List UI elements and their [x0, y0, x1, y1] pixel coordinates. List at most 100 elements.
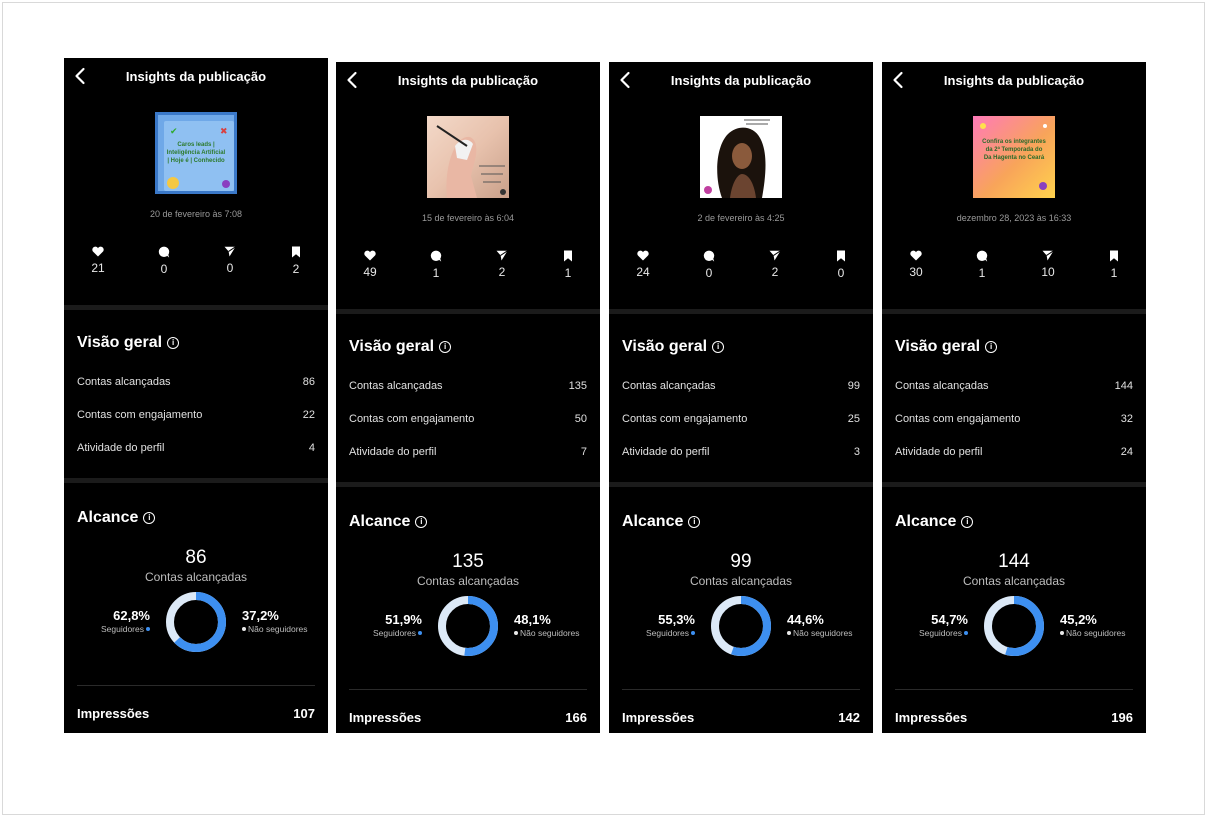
- info-icon[interactable]: i: [961, 516, 974, 528]
- stat-likes: 21: [78, 246, 118, 275]
- reach-title: Alcance i: [622, 513, 701, 531]
- post-thumbnail-text: Caros leads | Inteligência Artificial | …: [166, 142, 226, 164]
- reach-title: Alcance i: [895, 513, 974, 531]
- section-divider: [882, 309, 1146, 314]
- bookmark-icon: [276, 246, 316, 258]
- post-thumbnail-text: Confira os integrantes da 2ª Temporada d…: [982, 139, 1046, 161]
- stat-likes: 24: [623, 250, 663, 279]
- page-title: Insights da publicação: [670, 73, 812, 88]
- stat-comments: 0: [689, 250, 729, 280]
- engaged-accounts-row[interactable]: Contas com engajamento 25: [622, 413, 860, 425]
- header: Insights da publicação: [64, 58, 328, 94]
- info-icon[interactable]: i: [415, 516, 428, 528]
- divider-line: [349, 689, 587, 690]
- profile-activity-value: 24: [1120, 446, 1133, 458]
- bookmark-icon: [1094, 250, 1134, 262]
- post-date: 20 de fevereiro às 7:08: [149, 209, 243, 219]
- reached-accounts-row[interactable]: Contas alcançadas 86: [77, 376, 315, 388]
- section-divider: [336, 482, 600, 487]
- reach-donut-chart: [982, 594, 1046, 658]
- reached-accounts-row[interactable]: Contas alcançadas 144: [895, 380, 1133, 392]
- share-icon: [210, 246, 250, 257]
- post-thumbnail[interactable]: Confira os integrantes da 2ª Temporada d…: [973, 116, 1055, 198]
- impressions-row[interactable]: Impressões 142: [622, 710, 860, 725]
- profile-activity-value: 3: [853, 446, 860, 458]
- comment-icon: [416, 250, 456, 262]
- overview-title: Visão geral i: [895, 338, 998, 356]
- stat-comments: 1: [416, 250, 456, 280]
- stat-shares-value: 2: [498, 265, 506, 279]
- reached-accounts-label: Contas alcançadas: [895, 380, 989, 392]
- profile-activity-row[interactable]: Atividade do perfil 7: [349, 446, 587, 458]
- overview-title-text: Visão geral: [895, 338, 981, 355]
- impressions-row[interactable]: Impressões 196: [895, 710, 1133, 725]
- followers-share: 51,9% Seguidores: [373, 612, 422, 638]
- page-title: Insights da publicação: [397, 73, 539, 88]
- info-icon[interactable]: i: [439, 341, 452, 353]
- reach-title-text: Alcance: [622, 513, 684, 530]
- overview-title-text: Visão geral: [77, 334, 163, 351]
- info-icon[interactable]: i: [167, 337, 180, 349]
- profile-activity-value: 7: [580, 446, 587, 458]
- post-thumbnail[interactable]: [427, 116, 509, 198]
- stat-likes: 49: [350, 250, 390, 279]
- stat-comments-value: 0: [705, 266, 713, 280]
- followers-share: 62,8% Seguidores: [101, 608, 150, 634]
- info-icon[interactable]: i: [712, 341, 725, 353]
- stat-shares: 2: [755, 250, 795, 279]
- nonfollowers-label: Não seguidores: [520, 628, 580, 638]
- reach-title: Alcance i: [349, 513, 428, 531]
- stat-comments-value: 1: [432, 266, 440, 280]
- bookmark-icon: [821, 250, 861, 262]
- followers-label: Seguidores: [918, 628, 962, 638]
- stat-comments: 1: [962, 250, 1002, 280]
- nonfollowers-percent: 45,2%: [1060, 612, 1097, 627]
- engaged-accounts-row[interactable]: Contas com engajamento 32: [895, 413, 1133, 425]
- profile-activity-row[interactable]: Atividade do perfil 24: [895, 446, 1133, 458]
- impressions-row[interactable]: Impressões 107: [77, 706, 315, 721]
- nonfollowers-dot-icon: [787, 631, 791, 635]
- followers-label: Seguidores: [645, 628, 689, 638]
- reached-accounts-row[interactable]: Contas alcançadas 135: [349, 380, 587, 392]
- info-icon[interactable]: i: [985, 341, 998, 353]
- nonfollowers-dot-icon: [514, 631, 518, 635]
- insights-screen-3: Insights da publicação 2 de fevereiro às …: [609, 62, 873, 733]
- stat-saves-value: 1: [1110, 266, 1118, 280]
- section-divider: [609, 482, 873, 487]
- section-divider: [336, 309, 600, 314]
- impressions-row[interactable]: Impressões 166: [349, 710, 587, 725]
- post-thumbnail[interactable]: ✔ ✖ Caros leads | Inteligência Artificial …: [155, 112, 237, 194]
- overview-title-text: Visão geral: [622, 338, 708, 355]
- heart-icon: [78, 246, 118, 257]
- engaged-accounts-label: Contas com engajamento: [349, 413, 475, 425]
- share-icon: [482, 250, 522, 261]
- overview-title: Visão geral i: [77, 334, 180, 352]
- profile-activity-row[interactable]: Atividade do perfil 4: [77, 442, 315, 454]
- info-icon[interactable]: i: [143, 512, 156, 524]
- header: Insights da publicação: [882, 62, 1146, 98]
- info-icon[interactable]: i: [688, 516, 701, 528]
- heart-icon: [623, 250, 663, 261]
- engaged-accounts-value: 32: [1120, 413, 1133, 425]
- engaged-accounts-row[interactable]: Contas com engajamento 50: [349, 413, 587, 425]
- engagement-stats: 24 0 2 0: [609, 250, 873, 284]
- nonfollowers-label: Não seguidores: [248, 624, 308, 634]
- reach-title: Alcance i: [77, 509, 156, 527]
- reach-title-text: Alcance: [895, 513, 957, 530]
- reached-accounts-row[interactable]: Contas alcançadas 99: [622, 380, 860, 392]
- impressions-label: Impressões: [349, 710, 422, 725]
- reached-accounts-label: Contas alcançadas: [622, 380, 716, 392]
- nonfollowers-percent: 37,2%: [242, 608, 279, 623]
- profile-activity-row[interactable]: Atividade do perfil 3: [622, 446, 860, 458]
- profile-activity-label: Atividade do perfil: [77, 442, 165, 454]
- impressions-value: 196: [1111, 710, 1133, 725]
- post-thumbnail[interactable]: [700, 116, 782, 198]
- insights-screen-1: Insights da publicação ✔ ✖ Caros leads | In…: [64, 58, 328, 733]
- reach-total: 144: [998, 551, 1030, 572]
- nonfollowers-dot-icon: [1060, 631, 1064, 635]
- reach-total: 135: [452, 551, 484, 572]
- nonfollowers-percent: 44,6%: [787, 612, 824, 627]
- section-divider: [882, 482, 1146, 487]
- profile-activity-label: Atividade do perfil: [349, 446, 437, 458]
- engaged-accounts-row[interactable]: Contas com engajamento 22: [77, 409, 315, 421]
